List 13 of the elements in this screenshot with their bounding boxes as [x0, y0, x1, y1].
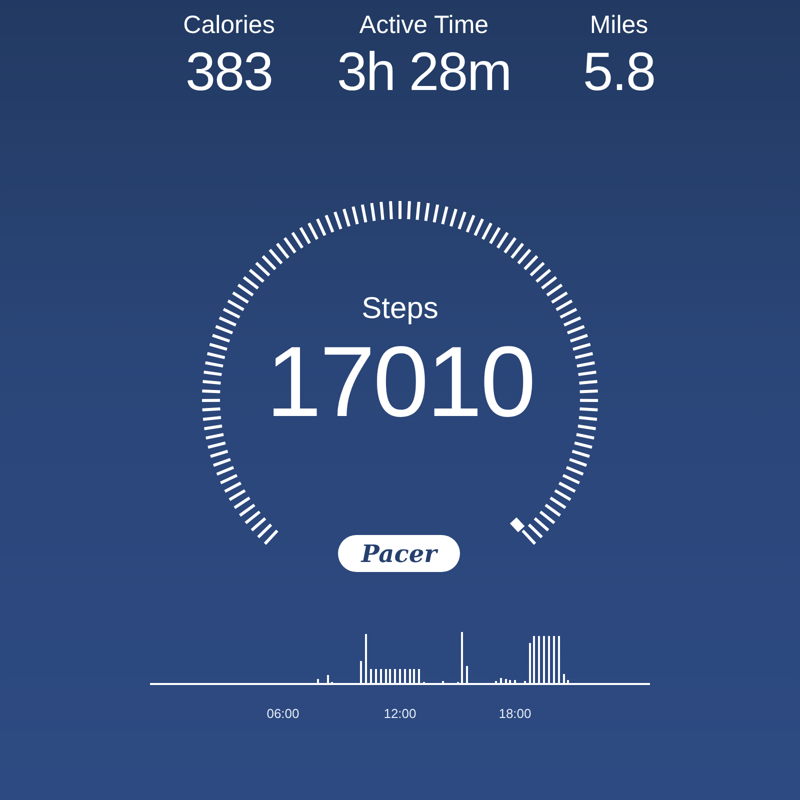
pacer-logo: Pacer: [338, 535, 460, 572]
gauge-marker: [510, 517, 525, 532]
stat-label: Calories: [183, 10, 275, 40]
steps-count: 17010: [266, 327, 534, 437]
time-label: 06:00: [266, 706, 300, 722]
stat-value: 383: [185, 41, 273, 104]
stat-value: 3h 28m: [336, 41, 512, 104]
steps-label: Steps: [362, 291, 438, 327]
time-label: 18:00: [498, 706, 532, 722]
stat-value: 5.8: [582, 41, 656, 104]
time-label: 12:00: [384, 706, 416, 722]
stat-label: Active Time: [359, 10, 489, 40]
stat-label: Miles: [590, 10, 648, 40]
